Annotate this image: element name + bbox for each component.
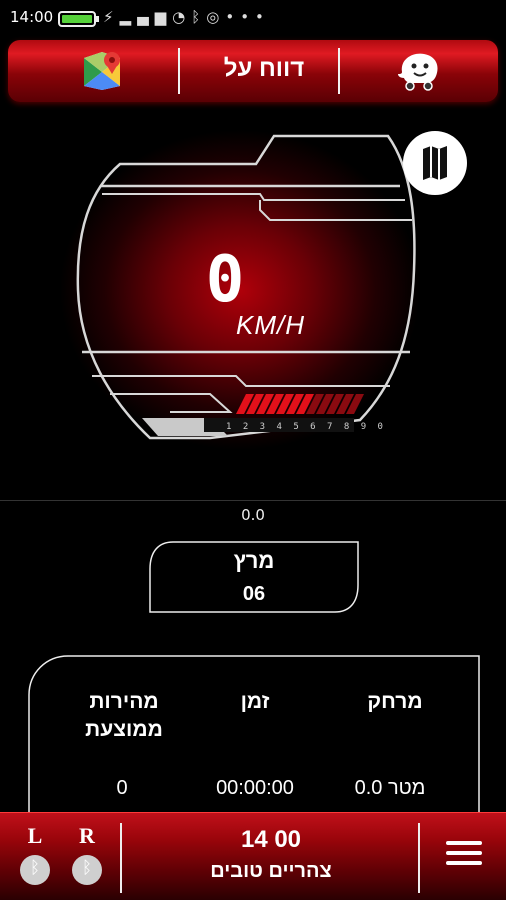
header-divider-left <box>178 48 180 94</box>
gear-tick-labels: 1 2 3 4 5 6 7 8 9 0 <box>226 422 386 432</box>
rpm-bars <box>236 394 364 414</box>
right-bluetooth-icon[interactable]: ᛒ <box>72 855 102 885</box>
charging-icon: ⚡ <box>103 8 120 26</box>
signal-icon: ▂▄▆ <box>119 8 173 26</box>
distance-readout: 0.0 <box>241 506 265 524</box>
stat-label-avg-speed: מהירות ממוצעת <box>85 690 163 741</box>
sync-icon: ◎ <box>206 8 226 26</box>
status-icons: ⚡▂▄▆◔ᛒ◎••• <box>103 8 270 26</box>
waze-icon[interactable] <box>394 48 442 92</box>
right-device-label: R <box>79 823 95 848</box>
map-icon <box>423 146 447 180</box>
stat-value-distance: 0.0 מטר <box>354 777 426 799</box>
report-title[interactable]: דווח על <box>184 55 344 83</box>
wifi-icon: ◔ <box>172 8 192 26</box>
speed-unit: KM/H <box>236 310 305 340</box>
stat-label-time: זמן <box>240 690 270 713</box>
bottom-divider-left <box>120 823 122 893</box>
stat-value-avg-speed: 0 <box>116 777 128 799</box>
top-header-bar: דווח על <box>8 40 498 102</box>
left-bluetooth-icon[interactable]: ᛒ <box>20 855 50 885</box>
clock-display: 14 00 <box>240 826 302 853</box>
map-button[interactable] <box>403 131 467 195</box>
battery-icon <box>58 11 99 27</box>
month-name: מרץ <box>233 548 275 573</box>
status-bar: 14:00 ⚡▂▄▆◔ᛒ◎••• <box>0 0 506 36</box>
header-divider-right <box>338 48 340 94</box>
status-time: 14:00 <box>10 8 54 26</box>
more-icon: ••• <box>225 8 270 26</box>
bottom-divider-right <box>418 823 420 893</box>
speed-value: 0 <box>205 243 245 317</box>
month-number: 06 <box>242 583 266 605</box>
bluetooth-icon: ᛒ <box>191 8 207 26</box>
hamburger-menu-icon[interactable] <box>446 841 482 869</box>
stat-value-time: 00:00:00 <box>216 777 294 799</box>
left-device-label: L <box>27 823 43 848</box>
stat-label-distance: מרחק <box>367 690 423 713</box>
greeting-text: צהריים טובים <box>210 860 332 882</box>
section-divider <box>0 500 506 501</box>
google-maps-icon[interactable] <box>80 48 124 92</box>
